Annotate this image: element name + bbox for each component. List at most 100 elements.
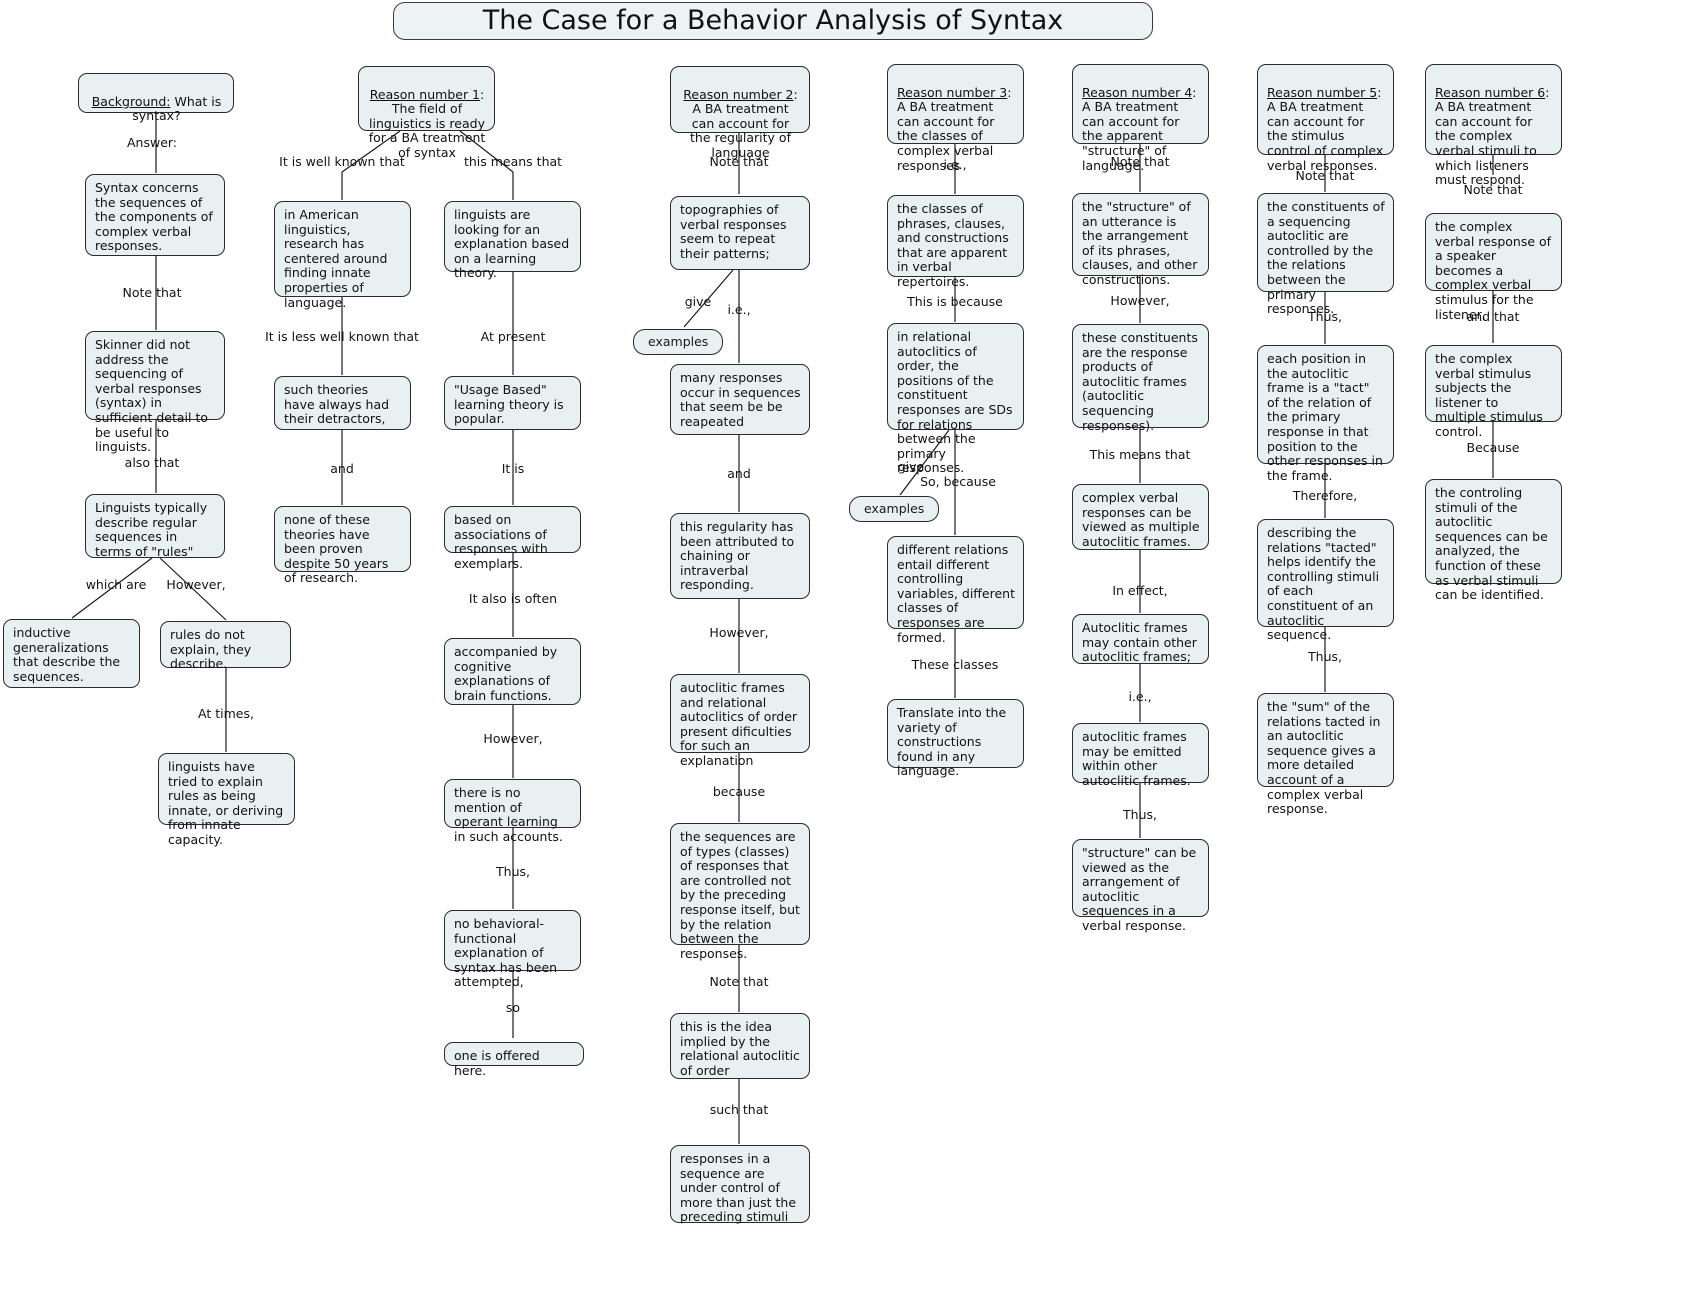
link-label-this-is-because: This is because — [907, 294, 1003, 309]
node-autoclitic-frames-difficulties[interactable]: autoclitic frames and relational autocli… — [670, 674, 810, 768]
link-label-and-that-r6: and that — [1466, 309, 1520, 324]
node-idea-relational-autoclitic[interactable]: this is the idea implied by the relation… — [670, 1013, 810, 1079]
link-label-and-r2: and — [727, 466, 751, 481]
node-rules-do-not-explain[interactable]: rules do not explain, they describe. — [160, 621, 291, 671]
node-controlling-stimuli-analyzed[interactable]: the controling stimuli of the autoclitic… — [1425, 479, 1562, 602]
link-label-this-means-that-r4: This means that — [1089, 447, 1191, 462]
link-label-it-is: It is — [501, 461, 525, 476]
node-usage-based-popular[interactable]: "Usage Based" learning theory is popular… — [444, 376, 581, 430]
link-label-which-are: which are — [85, 577, 147, 592]
node-reason4-root[interactable]: Reason number 4: A BA treatment can acco… — [1072, 64, 1209, 172]
node-each-position-tact[interactable]: each position in the autoclitic frame is… — [1257, 345, 1394, 483]
node-header: Reason number 1 — [369, 86, 481, 102]
node-structure-arrangement-sequences[interactable]: "structure" can be viewed as the arrange… — [1072, 839, 1209, 933]
node-responses-under-control[interactable]: responses in a sequence are under contro… — [670, 1145, 810, 1224]
node-many-responses-sequences[interactable]: many responses occur in sequences that s… — [670, 364, 810, 435]
node-such-theories-detractors[interactable]: such theories have always had their detr… — [274, 376, 411, 430]
node-complex-verbal-multiple-frames[interactable]: complex verbal responses can be viewed a… — [1072, 484, 1209, 550]
link-label-so: so — [505, 1000, 521, 1015]
node-header: Background: — [91, 93, 171, 109]
node-no-behavioral-functional[interactable]: no behavioral-functional explanation of … — [444, 910, 581, 989]
link-label-however-r4: However, — [1110, 293, 1170, 308]
concept-map-canvas: The Case for a Behavior Analysis of Synt… — [0, 0, 1683, 1315]
node-classes-phrases-clauses[interactable]: the classes of phrases, clauses, and con… — [887, 195, 1024, 289]
node-american-linguistics[interactable]: in American linguistics, research has ce… — [274, 201, 411, 309]
node-topographies-repeat[interactable]: topographies of verbal responses seem to… — [670, 196, 810, 270]
link-label-therefore-r5: Therefore, — [1292, 488, 1358, 503]
link-label-ie-r3: i.e., — [943, 157, 967, 172]
link-label-note-that-r4: Note that — [1110, 154, 1170, 169]
node-one-is-offered-here[interactable]: one is offered here. — [444, 1042, 584, 1077]
link-label-at-present: At present — [480, 329, 546, 344]
node-constituents-sequencing-autoclitic[interactable]: the constituents of a sequencing autocli… — [1257, 193, 1394, 316]
link-label-thus-r5: Thus, — [1308, 309, 1342, 324]
link-label-these-classes: These classes — [911, 657, 999, 672]
link-label-also-that: also that — [124, 455, 180, 470]
node-linguists-looking-learning-theory[interactable]: linguists are looking for an explanation… — [444, 201, 581, 280]
link-label-ie-r4: i.e., — [1128, 689, 1152, 704]
link-label-in-effect: In effect, — [1112, 583, 1168, 598]
node-reason3-root[interactable]: Reason number 3: A BA treatment can acco… — [887, 64, 1024, 172]
node-different-relations-classes[interactable]: different relations entail different con… — [887, 536, 1024, 644]
link-label-at-times: At times, — [198, 706, 254, 721]
node-no-mention-operant[interactable]: there is no mention of operant learning … — [444, 779, 581, 844]
link-label-thus-r4: Thus, — [1123, 807, 1157, 822]
link-label-it-also-is-often: It also is often — [468, 591, 558, 606]
node-frames-emitted-within-frames[interactable]: autoclitic frames may be emitted within … — [1072, 723, 1209, 788]
node-describing-relations-tacted[interactable]: describing the relations "tacted" helps … — [1257, 519, 1394, 642]
node-syntax-concerns[interactable]: Syntax concerns the sequences of the com… — [85, 174, 225, 256]
link-label-well-known: It is well known that — [279, 154, 405, 169]
node-examples-r3[interactable]: examples — [849, 496, 939, 522]
link-label-note-that-r5: Note that — [1295, 168, 1355, 183]
link-label-thus: Thus, — [496, 864, 530, 879]
node-header: Reason number 4 — [1082, 84, 1193, 100]
node-constituents-response-products[interactable]: these constituents are the response prod… — [1072, 324, 1209, 432]
link-label-however: However, — [166, 577, 226, 592]
node-relational-autoclitics-sds[interactable]: in relational autoclitics of order, the … — [887, 323, 1024, 475]
node-reason5-root[interactable]: Reason number 5: A BA treatment can acco… — [1257, 64, 1394, 172]
node-reason2-root[interactable]: Reason number 2: A BA treatment can acco… — [670, 66, 810, 160]
node-linguists-explain-rules-innate[interactable]: linguists have tried to explain rules as… — [158, 753, 295, 847]
link-label-so-because: So, because — [920, 474, 996, 489]
link-label-note-that-r2b: Note that — [709, 974, 769, 989]
node-header: Reason number 3 — [897, 84, 1008, 100]
node-header: Reason number 2 — [683, 86, 794, 102]
node-based-on-associations[interactable]: based on associations of responses with … — [444, 506, 581, 571]
node-sequences-classes-relation[interactable]: the sequences are of types (classes) of … — [670, 823, 810, 961]
link-label-however-2: However, — [483, 731, 543, 746]
link-label-however-r2: However, — [709, 625, 769, 640]
node-background-root[interactable]: Background: What is syntax? — [78, 73, 234, 123]
link-label-this-means-that: this means that — [463, 154, 563, 169]
link-label-ie-r2: i.e., — [727, 302, 751, 317]
link-label-such-that-r2: such that — [709, 1102, 769, 1117]
link-label-give-r2: give — [684, 294, 712, 309]
node-translate-into-variety[interactable]: Translate into the variety of constructi… — [887, 699, 1024, 778]
node-none-proven-50-years[interactable]: none of these theories have been proven … — [274, 506, 411, 585]
link-label-because-r6: Because — [1466, 440, 1520, 455]
link-label-because-r2: because — [712, 784, 766, 799]
link-label-give-r3: give — [897, 459, 925, 474]
node-inductive-generalizations[interactable]: inductive generalizations that describe … — [3, 619, 140, 688]
node-reason1-root[interactable]: Reason number 1: The field of linguistic… — [358, 66, 495, 160]
link-label-note-that-r2: Note that — [709, 154, 769, 169]
node-regularity-chaining[interactable]: this regularity has been attributed to c… — [670, 513, 810, 599]
map-title: The Case for a Behavior Analysis of Synt… — [393, 2, 1153, 40]
link-label-less-well-known: It is less well known that — [265, 329, 419, 344]
node-cognitive-explanations[interactable]: accompanied by cognitive explanations of… — [444, 638, 581, 705]
node-sum-of-relations-tacted[interactable]: the "sum" of the relations tacted in an … — [1257, 693, 1394, 816]
link-label-note-that-r6: Note that — [1463, 182, 1523, 197]
link-label-thus-r5b: Thus, — [1308, 649, 1342, 664]
node-linguists-describe-rules[interactable]: Linguists typically describe regular seq… — [85, 494, 225, 559]
node-skinner-did-not-address[interactable]: Skinner did not address the sequencing o… — [85, 331, 225, 454]
node-complex-verbal-response-stimulus[interactable]: the complex verbal response of a speaker… — [1425, 213, 1562, 321]
node-multiple-stimulus-control[interactable]: the complex verbal stimulus subjects the… — [1425, 345, 1562, 439]
node-frames-contain-other-frames[interactable]: Autoclitic frames may contain other auto… — [1072, 614, 1209, 664]
link-label-and: and — [330, 461, 354, 476]
link-label-answer: Answer: — [126, 135, 178, 150]
link-label-note-that: Note that — [122, 285, 182, 300]
node-reason6-root[interactable]: Reason number 6: A BA treatment can acco… — [1425, 64, 1562, 187]
node-examples-r2[interactable]: examples — [633, 329, 723, 355]
node-header: Reason number 5 — [1267, 84, 1378, 100]
node-header: Reason number 6 — [1435, 84, 1546, 100]
node-structure-utterance-arrangement[interactable]: the "structure" of an utterance is the a… — [1072, 193, 1209, 287]
